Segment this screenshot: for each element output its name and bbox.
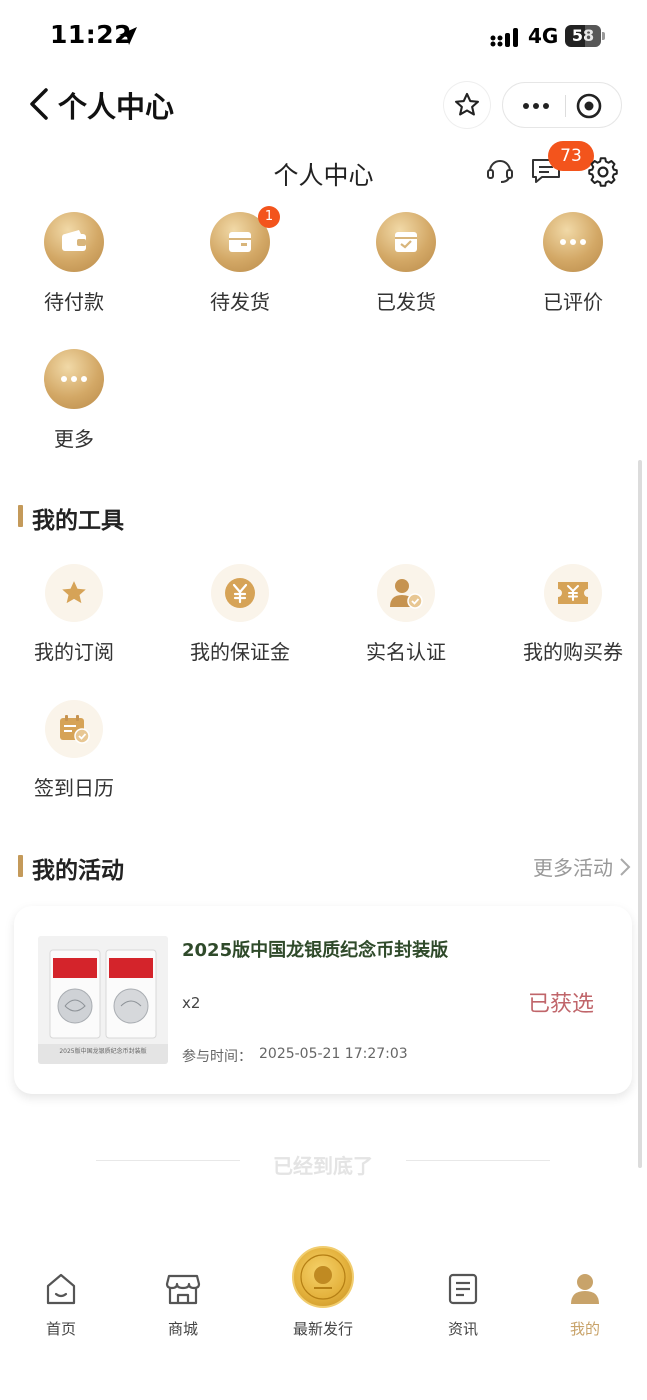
activity-status: 已获选: [527, 992, 594, 1017]
order-more[interactable]: 更多: [4, 349, 144, 452]
end-of-list-indicator: 已经到底了: [96, 1150, 550, 1178]
calendar-check-icon: [45, 700, 103, 758]
tab-store[interactable]: 商城: [128, 1272, 238, 1339]
tools-section-title: 我的工具: [32, 508, 124, 534]
settings-gear-icon[interactable]: [588, 157, 618, 187]
coin-icon[interactable]: [292, 1246, 354, 1308]
participation-time-label: 参与时间：: [182, 1049, 252, 1065]
tab-label: 我的: [569, 1320, 600, 1338]
end-of-list-text: 已经到底了: [273, 1154, 373, 1178]
tool-label: 我的购买券: [523, 640, 623, 664]
favorite-button[interactable]: [444, 82, 490, 128]
tool-checkin-calendar[interactable]: 签到日历: [4, 700, 144, 801]
location-arrow-icon: [119, 27, 137, 45]
tool-label: 签到日历: [34, 776, 114, 800]
section-accent-bar: [18, 855, 23, 877]
tool-real-name-verification[interactable]: 实名认证: [336, 564, 476, 665]
nav-title: 个人中心: [58, 90, 175, 124]
star-outline-icon: [454, 92, 480, 116]
order-label: 已发货: [376, 290, 436, 314]
mini-program-capsule: [502, 82, 622, 128]
box-icon: 1: [210, 206, 280, 272]
more-activities-link[interactable]: 更多活动: [533, 852, 631, 881]
product-image: 2025版中国龙银质纪念币封装版: [38, 936, 168, 1064]
order-label: 已评价: [543, 290, 603, 314]
tool-label: 实名认证: [366, 640, 446, 664]
tool-purchase-coupons[interactable]: 我的购买券: [503, 564, 643, 665]
battery-icon: 58: [565, 25, 605, 47]
scrollbar[interactable]: [638, 460, 642, 1168]
activity-card[interactable]: 2025版中国龙银质纪念币封装版 2025版中国龙银质纪念币封装版 x2 参与时…: [14, 906, 632, 1094]
participation-time: 2025-05-21 17:27:03: [259, 1046, 408, 1062]
tab-label: 资讯: [447, 1320, 478, 1338]
profile-icon: [571, 1274, 599, 1304]
tab-news[interactable]: 资讯: [408, 1272, 518, 1339]
order-label: 待发货: [210, 290, 270, 314]
yuan-coin-icon: [211, 564, 269, 622]
activities-section-title: 我的活动: [32, 858, 124, 884]
tab-latest-release[interactable]: 最新发行: [268, 1318, 378, 1339]
network-type: 4G: [528, 24, 559, 48]
tool-label: 我的订阅: [34, 640, 114, 664]
tool-label: 我的保证金: [190, 640, 290, 664]
customer-service-icon[interactable]: [485, 155, 515, 185]
news-icon: [448, 1273, 478, 1305]
tab-label: 商城: [167, 1320, 198, 1338]
activity-quantity: x2: [182, 994, 201, 1012]
chevron-right-icon: [620, 857, 631, 876]
signal-icon: [490, 28, 518, 47]
more-dots-icon: [44, 349, 104, 409]
more-activities-label: 更多活动: [533, 856, 613, 880]
user-verified-icon: [377, 564, 435, 622]
coupon-icon: [544, 564, 602, 622]
back-chevron-icon[interactable]: [24, 84, 54, 124]
tab-label: 最新发行: [292, 1320, 353, 1338]
status-bar: 11:22 4G 58: [0, 0, 647, 70]
tool-deposit[interactable]: 我的保证金: [170, 564, 310, 665]
order-label: 待付款: [44, 290, 104, 314]
wallet-icon: [44, 212, 104, 272]
order-reviewed[interactable]: 已评价: [503, 212, 643, 315]
close-target-icon[interactable]: [575, 92, 603, 120]
star-icon: [45, 564, 103, 622]
home-icon: [46, 1273, 76, 1305]
order-shipped[interactable]: 已发货: [336, 212, 476, 315]
tab-profile[interactable]: 我的: [530, 1272, 640, 1339]
more-dots-icon: [543, 212, 603, 272]
tab-label: 首页: [45, 1320, 76, 1338]
store-icon: [165, 1274, 201, 1305]
order-pending-shipment[interactable]: 1 待发货: [170, 206, 310, 315]
product-image-caption: 2025版中国龙银质纪念币封装版: [59, 1048, 147, 1055]
shipped-box-icon: [376, 212, 436, 272]
order-label: 更多: [54, 427, 94, 451]
section-accent-bar: [18, 505, 23, 527]
activity-title: 2025版中国龙银质纪念币封装版: [182, 940, 449, 961]
order-pending-payment[interactable]: 待付款: [4, 212, 144, 315]
pending-shipment-badge: 1: [258, 206, 280, 228]
more-options-icon[interactable]: [513, 93, 559, 119]
tab-home[interactable]: 首页: [6, 1272, 116, 1339]
tool-subscriptions[interactable]: 我的订阅: [4, 564, 144, 665]
